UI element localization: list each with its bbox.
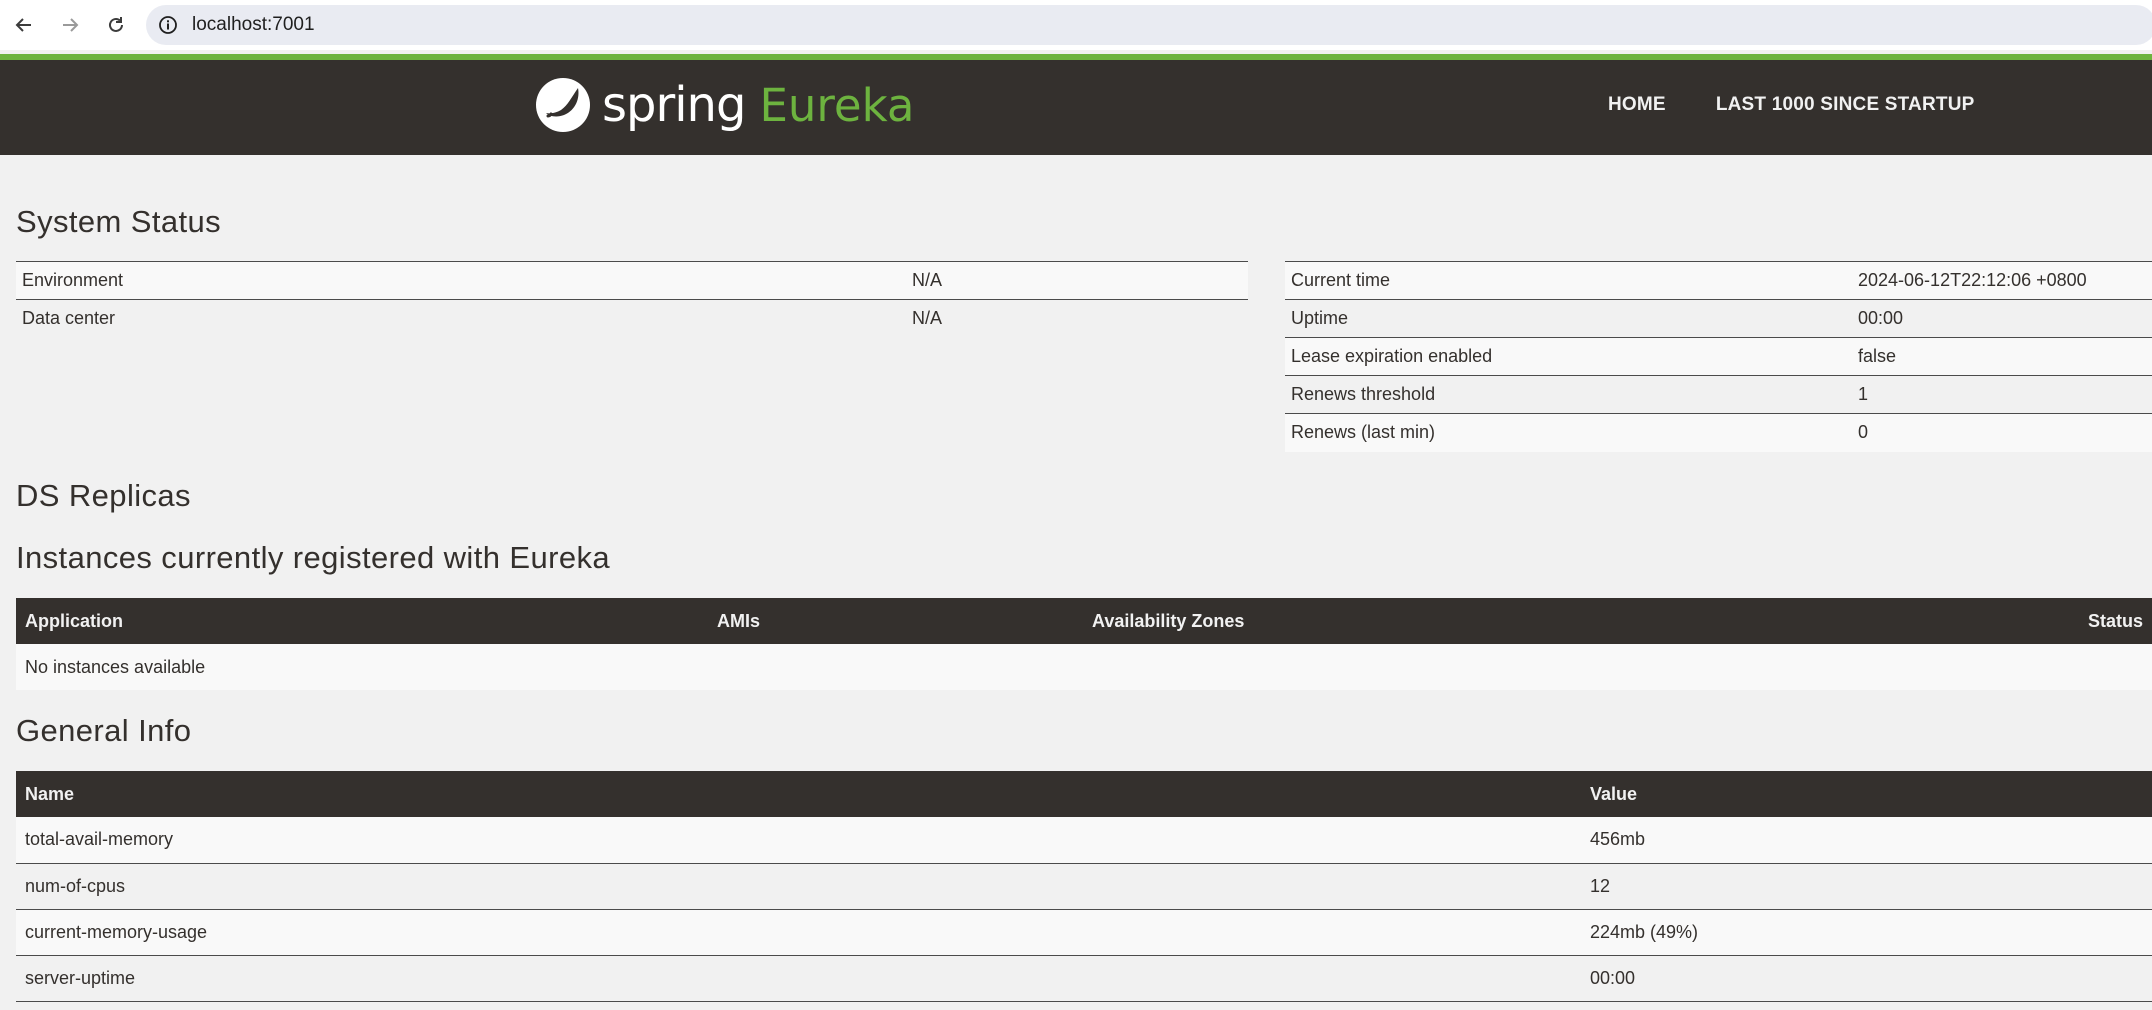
table-row: current-memory-usage 224mb (49%) [16, 909, 2152, 956]
system-status-heading: System Status [16, 204, 222, 239]
spring-leaf-icon [536, 78, 590, 132]
back-arrow-icon[interactable] [13, 14, 35, 36]
system-status-left-table: Environment N/A Data center N/A [16, 261, 1248, 338]
nav-links: HOME LAST 1000 SINCE STARTUP [1608, 94, 2025, 116]
status-value: 00:00 [1852, 299, 2152, 338]
general-info-heading: General Info [16, 713, 192, 748]
info-name: total-avail-memory [16, 817, 1581, 864]
instances-table: Application AMIs Availability Zones Stat… [16, 598, 2152, 690]
nav-link-last-1000[interactable]: LAST 1000 SINCE STARTUP [1716, 94, 1975, 116]
status-value: 2024-06-12T22:12:06 +0800 [1852, 261, 2152, 300]
table-row: total-avail-memory 456mb [16, 817, 2152, 864]
info-name: server-uptime [16, 955, 1581, 1002]
status-label: Environment [16, 261, 906, 300]
status-row-current-time: Current time 2024-06-12T22:12:06 +0800 [1285, 261, 2152, 300]
status-row-environment: Environment N/A [16, 261, 1248, 300]
status-row-uptime: Uptime 00:00 [1285, 299, 2152, 338]
status-row-data-center: Data center N/A [16, 299, 1248, 338]
status-row-renews-threshold: Renews threshold 1 [1285, 375, 2152, 414]
info-value: 224mb (49%) [1581, 909, 2152, 956]
ds-replicas-heading: DS Replicas [16, 478, 191, 513]
info-value: 456mb [1581, 817, 2152, 864]
status-row-renews-last-min: Renews (last min) 0 [1285, 413, 2152, 452]
general-info-table: Name Value total-avail-memory 456mb num-… [16, 771, 2152, 1002]
no-instances-message: No instances available [16, 644, 2152, 690]
column-header-application[interactable]: Application [16, 598, 708, 644]
column-header-name[interactable]: Name [16, 771, 1581, 817]
system-status-right-table: Current time 2024-06-12T22:12:06 +0800 U… [1285, 261, 2152, 452]
status-label: Data center [16, 299, 906, 338]
status-value: N/A [906, 261, 1248, 300]
navbar: spring Eureka HOME LAST 1000 SINCE START… [0, 54, 2152, 155]
status-label: Renews (last min) [1285, 413, 1852, 452]
status-value: false [1852, 337, 2152, 376]
status-label: Lease expiration enabled [1285, 337, 1852, 376]
site-info-icon[interactable] [158, 15, 178, 35]
column-header-availability-zones[interactable]: Availability Zones [1083, 598, 1819, 644]
status-label: Uptime [1285, 299, 1852, 338]
general-info-header-row: Name Value [16, 771, 2152, 817]
table-row: num-of-cpus 12 [16, 863, 2152, 910]
address-bar[interactable]: localhost:7001 [146, 5, 2152, 45]
info-value: 12 [1581, 863, 2152, 910]
info-value: 00:00 [1581, 955, 2152, 1002]
info-name: num-of-cpus [16, 863, 1581, 910]
status-value: 1 [1852, 375, 2152, 414]
logo-spring-text: spring [602, 77, 746, 133]
nav-link-home[interactable]: HOME [1608, 94, 1666, 116]
info-name: current-memory-usage [16, 909, 1581, 956]
url-text: localhost:7001 [192, 14, 315, 35]
status-row-lease-expiration: Lease expiration enabled false [1285, 337, 2152, 376]
forward-arrow-icon[interactable] [59, 14, 81, 36]
status-value: 0 [1852, 413, 2152, 452]
table-row: server-uptime 00:00 [16, 955, 2152, 1002]
spring-eureka-logo[interactable]: spring Eureka [534, 74, 914, 136]
column-header-amis[interactable]: AMIs [708, 598, 1083, 644]
reload-icon[interactable] [105, 14, 127, 36]
logo-eureka-text: Eureka [759, 78, 915, 132]
browser-toolbar: localhost:7001 [0, 0, 2152, 50]
status-value: N/A [906, 299, 1248, 338]
instances-heading: Instances currently registered with Eure… [16, 540, 611, 575]
empty-row: No instances available [16, 644, 2152, 690]
status-label: Renews threshold [1285, 375, 1852, 414]
instances-header-row: Application AMIs Availability Zones Stat… [16, 598, 2152, 644]
column-header-value[interactable]: Value [1581, 771, 2152, 817]
column-header-status[interactable]: Status [1819, 598, 2152, 644]
status-label: Current time [1285, 261, 1852, 300]
